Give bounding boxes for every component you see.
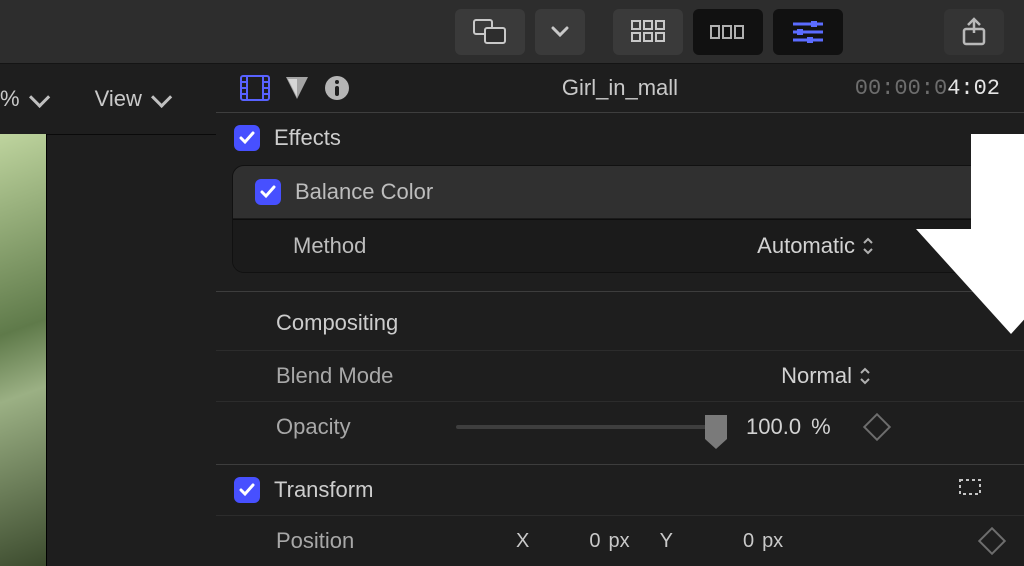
- balance-color-method-row: Method Automatic: [233, 219, 1007, 272]
- opacity-slider[interactable]: [456, 417, 716, 437]
- view-menu-label[interactable]: View: [95, 86, 142, 112]
- sliders-icon: [791, 19, 825, 45]
- display-options-dropdown[interactable]: [535, 9, 585, 55]
- method-popup[interactable]: Automatic: [757, 233, 875, 259]
- chevron-down-icon: [551, 26, 569, 38]
- share-icon: [960, 17, 988, 47]
- inspector-sliders-button[interactable]: [773, 9, 843, 55]
- transform-section: Transform Position X 0 px Y 0: [216, 464, 1024, 566]
- method-label: Method: [293, 233, 366, 259]
- share-button[interactable]: [944, 9, 1004, 55]
- chevron-down-icon[interactable]: [29, 86, 50, 107]
- balance-color-panel: Balance Color Method Automatic: [232, 165, 1008, 273]
- blend-mode-popup[interactable]: Normal: [781, 363, 872, 389]
- position-x-unit: px: [608, 530, 629, 553]
- opacity-keyframe[interactable]: [862, 413, 890, 441]
- effects-section-header[interactable]: Effects: [216, 113, 1024, 163]
- blend-mode-value: Normal: [781, 363, 852, 389]
- position-x-value[interactable]: 0: [589, 530, 600, 553]
- zoom-percent-label: %: [0, 86, 20, 112]
- left-panel: % View: [0, 64, 217, 566]
- transform-label: Transform: [274, 477, 373, 503]
- info-inspector-icon[interactable]: [324, 75, 350, 101]
- balance-color-checkbox[interactable]: [255, 179, 281, 205]
- position-label: Position: [276, 528, 456, 554]
- inspector-header: Girl_in_mall 00:00:04:02: [216, 64, 1024, 113]
- opacity-label: Opacity: [276, 414, 456, 440]
- inspector-body: Effects Balance Color Method Automatic: [216, 113, 1024, 566]
- compare-display-button[interactable]: [455, 9, 525, 55]
- filmstrip-view-button[interactable]: [693, 9, 763, 55]
- clip-duration: 00:00:04:02: [855, 76, 1000, 101]
- compositing-section: Compositing Blend Mode Normal Opacity: [216, 291, 1024, 452]
- position-y-value[interactable]: 0: [743, 530, 754, 553]
- balance-color-label: Balance Color: [295, 179, 433, 205]
- popup-arrows-icon: [858, 366, 872, 386]
- blend-mode-label: Blend Mode: [276, 363, 456, 389]
- opacity-row: Opacity 100.0 %: [216, 401, 1024, 452]
- position-keyframe[interactable]: [978, 527, 1006, 555]
- left-panel-header: % View: [0, 64, 216, 135]
- method-value: Automatic: [757, 233, 855, 259]
- opacity-value[interactable]: 100.0: [746, 414, 801, 440]
- viewer-thumbnail: [0, 134, 47, 566]
- transform-checkbox[interactable]: [234, 477, 260, 503]
- compositing-label: Compositing: [216, 292, 1024, 350]
- clip-title: Girl_in_mall: [562, 75, 678, 101]
- transform-onscreen-icon[interactable]: [956, 476, 984, 504]
- top-toolbar: [0, 0, 1024, 64]
- compare-display-icon: [473, 19, 507, 45]
- grid-icon: [631, 20, 665, 44]
- position-y-unit: px: [762, 530, 783, 553]
- inspector-panel: Girl_in_mall 00:00:04:02 Effects Balance…: [216, 64, 1024, 566]
- position-y-label: Y: [660, 530, 673, 553]
- blend-mode-row: Blend Mode Normal: [216, 350, 1024, 401]
- color-inspector-icon[interactable]: [284, 75, 310, 101]
- balance-color-header[interactable]: Balance Color: [233, 166, 1007, 219]
- timecode-highlight: 4:02: [947, 76, 1000, 101]
- grid-view-button[interactable]: [613, 9, 683, 55]
- effects-checkbox[interactable]: [234, 125, 260, 151]
- effects-label: Effects: [274, 125, 341, 151]
- video-inspector-icon[interactable]: [240, 75, 270, 101]
- opacity-unit: %: [811, 414, 831, 440]
- popup-arrows-icon: [861, 236, 875, 256]
- chevron-down-icon[interactable]: [151, 86, 172, 107]
- position-row: Position X 0 px Y 0 px: [216, 515, 1024, 566]
- position-x-label: X: [516, 530, 529, 553]
- filmstrip-icon: [710, 24, 746, 40]
- timecode-dim: 00:00:0: [855, 76, 947, 101]
